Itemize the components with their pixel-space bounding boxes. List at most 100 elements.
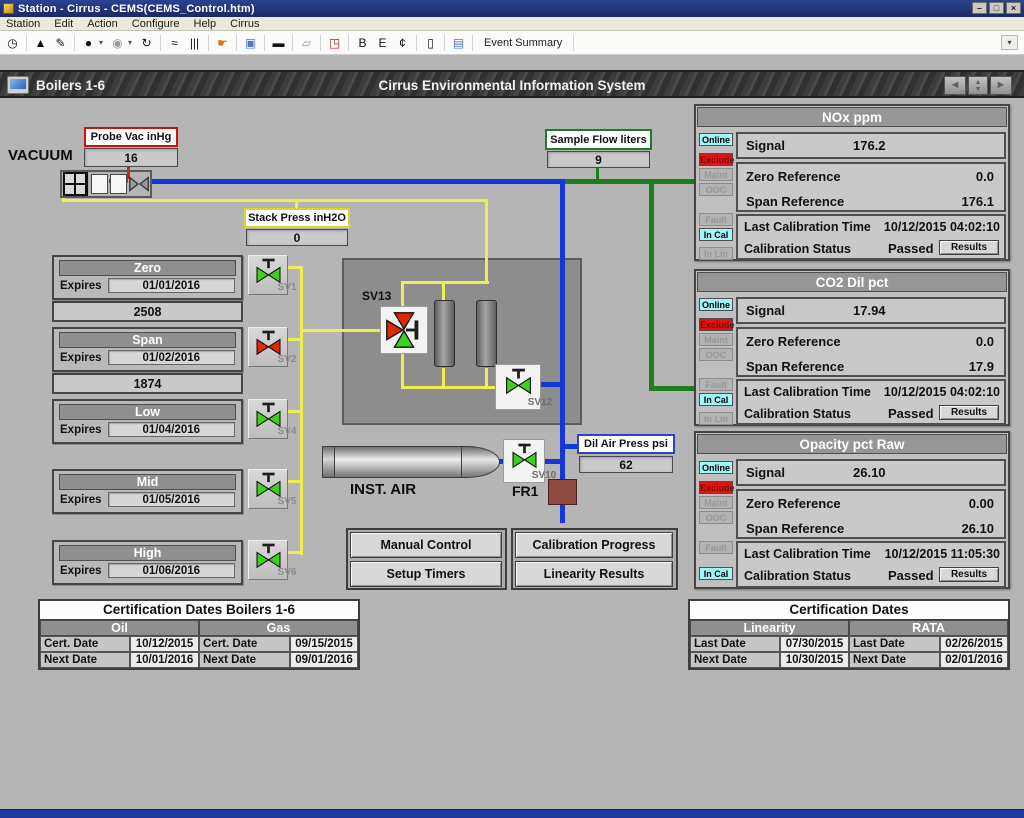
menu-item-station[interactable]: Station [6,18,40,30]
dropdown-caret-icon[interactable]: ▾ [98,35,104,51]
status-inlin[interactable]: In Lin [699,247,733,260]
valve-sv1[interactable]: SV1 [248,255,288,295]
pipe-col1-top [442,283,445,301]
clipboard-icon[interactable]: ▱ [300,35,313,51]
pipe-sv4-stub [288,410,302,413]
status-exclude[interactable]: Exclude [699,153,733,166]
pipe-sv6-stub [288,551,302,554]
status-fault[interactable]: Fault [699,541,733,554]
status-online[interactable]: Online [699,461,733,474]
valve-sv13[interactable] [380,306,428,354]
status-exclude[interactable]: Exclude [699,318,733,331]
status-exclude[interactable]: Exclude [699,481,733,494]
monitor-icon[interactable]: ▣ [244,35,257,51]
setup-timers-button[interactable]: Setup Timers [350,561,502,587]
expires-date: 01/01/2016 [108,278,235,293]
status-maint[interactable]: Maint [699,496,733,509]
cert-row-label: Cert. Date [199,636,290,652]
menu-item-edit[interactable]: Edit [54,18,73,30]
status-incal[interactable]: In Cal [699,228,733,241]
hand-icon[interactable]: ☛ [216,35,229,51]
valve-sv10[interactable]: SV10 [503,439,545,483]
valve-label: SV1 [268,283,306,293]
bars-icon[interactable]: ||| [188,35,201,51]
close-button[interactable]: × [1006,2,1021,14]
power-icon[interactable]: ◷ [6,35,19,51]
manual-control-button[interactable]: Manual Control [350,532,502,558]
cert-row-label: Next Date [849,652,940,668]
event-summary-button[interactable]: Event Summary [480,37,566,49]
nav-left-button[interactable]: ◄ [944,76,966,95]
brackets-icon[interactable]: ▯ [424,35,437,51]
valve-sv2[interactable]: SV2 [248,327,288,367]
vacuum-label: VACUUM [8,147,73,164]
cent-icon[interactable]: ¢ [396,35,409,51]
panel-title: NOx ppm [697,107,1007,127]
results-button[interactable]: Results [939,567,999,582]
status-fault[interactable]: Fault [699,378,733,391]
cert-row-value: 02/26/2015 [940,636,1008,652]
status-incal[interactable]: In Cal [699,567,733,580]
print-icon[interactable]: ▤ [452,35,465,51]
results-button[interactable]: Results [939,240,999,255]
nav-up-icon[interactable]: ▲ [969,79,987,86]
status-ooc[interactable]: OOC [699,348,733,361]
letter-e-icon[interactable]: E [376,35,389,51]
dropdown-caret-icon[interactable]: ▾ [127,35,133,51]
status-maint[interactable]: Maint [699,168,733,181]
menu-item-configure[interactable]: Configure [132,18,180,30]
last-cal-value: 10/12/2015 11:05:30 [885,543,1000,566]
status-maint[interactable]: Maint [699,333,733,346]
menu-item-help[interactable]: Help [194,18,217,30]
status-inlin[interactable]: In Lin [699,412,733,425]
expires-label: Expires [60,280,102,292]
restore-button[interactable]: □ [989,2,1004,14]
stop-circle-icon[interactable]: ● [82,35,95,51]
status-fault[interactable]: Fault [699,213,733,226]
nav-updown-button[interactable]: ▲▼ [968,76,988,95]
valve-sv4[interactable]: SV4 [248,399,288,439]
status-online[interactable]: Online [699,298,733,311]
toolbar-overflow-button[interactable]: ▾ [1001,35,1018,50]
results-button[interactable]: Results [939,405,999,420]
sample-flow-label: Sample Flow liters [545,129,652,150]
analyzer-panel-opacity: Opacity pct Raw Online Exclude Maint OOC… [694,431,1010,589]
window-icon[interactable]: ▬ [272,35,285,51]
last-cal-label: Last Calibration Time [744,381,871,404]
pause-circle-icon[interactable]: ◉ [111,35,124,51]
status-ooc[interactable]: OOC [699,511,733,524]
cert-row-value: 10/01/2016 [130,652,199,668]
pipe-sv5-stub [288,480,302,483]
menu-item-action[interactable]: Action [87,18,118,30]
alarm-bell-icon[interactable]: ▲ [34,35,47,51]
stack-press-label: Stack Press inH2O [244,208,350,228]
status-ooc[interactable]: OOC [699,183,733,196]
menu-item-cirrus[interactable]: Cirrus [230,18,259,30]
minimize-button[interactable]: – [972,2,987,14]
acknowledge-pen-icon[interactable]: ✎ [54,35,67,51]
status-online[interactable]: Online [699,133,733,146]
inst-air-tank [334,446,462,478]
pipe-vent-green-v [649,179,654,391]
trend-icon[interactable]: ≈ [168,35,181,51]
status-incal[interactable]: In Cal [699,393,733,406]
cal-status-label: Calibration Status [744,239,851,259]
pipe-sv13-bottom [401,352,404,389]
valve-sv12[interactable]: SV12 [495,364,541,410]
calibration-progress-button[interactable]: Calibration Progress [515,532,673,558]
nav-down-icon[interactable]: ▼ [969,86,987,93]
picture-icon[interactable]: ◳ [328,35,341,51]
nav-right-button[interactable]: ► [990,76,1012,95]
cal-gas-panel-zero: Zero Expires01/01/2016 [52,255,243,300]
refresh-icon[interactable]: ↻ [140,35,153,51]
cal-status-value: Passed [888,404,934,424]
valve-sv5[interactable]: SV5 [248,469,288,509]
valve-sv6[interactable]: SV6 [248,540,288,580]
cert-table-title: Certification Dates [690,601,1008,620]
linearity-results-button[interactable]: Linearity Results [515,561,673,587]
cal-gas-name: High [59,545,236,561]
letter-b-icon[interactable]: B [356,35,369,51]
valve-label: SV6 [268,568,306,578]
span-ref-label: Span Reference [746,189,844,214]
cert-row-label: Cert. Date [40,636,130,652]
